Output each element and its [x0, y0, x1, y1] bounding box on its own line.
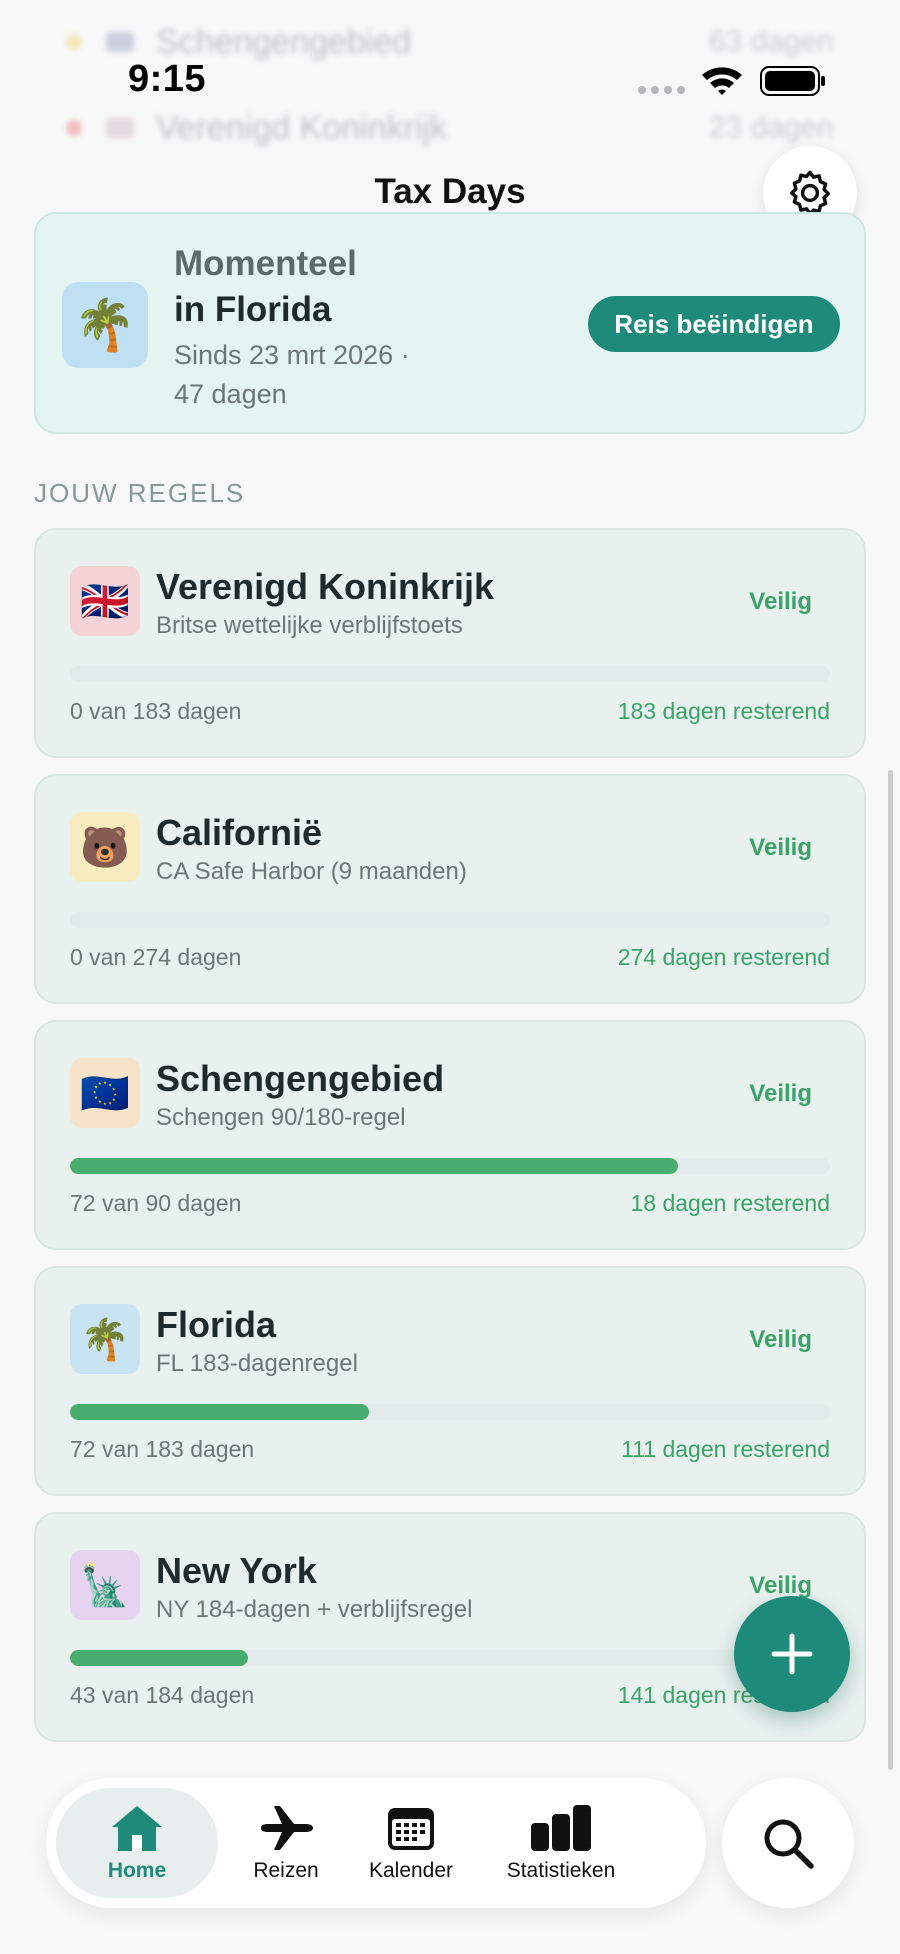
rule-count: 43 van 184 dagen	[70, 1682, 255, 1708]
rule-card-schengen[interactable]: 🇪🇺 Schengengebied Schengen 90/180-regel …	[34, 1020, 866, 1250]
status-dot	[66, 120, 82, 136]
progress-track	[70, 912, 830, 928]
rule-name: Californië	[156, 812, 323, 853]
rule-card-uk[interactable]: 🇬🇧 Verenigd Koninkrijk Britse wettelijke…	[34, 528, 866, 758]
rule-subtitle: NY 184-dagen + verblijfsregel	[156, 1596, 473, 1623]
tab-label: Kalender	[368, 1859, 454, 1882]
rule-card-florida[interactable]: 🌴 Florida FL 183-dagenregel Veilig 72 va…	[34, 1266, 866, 1496]
rule-remaining: 111 dagen resterend	[621, 1436, 830, 1462]
current-since: Sinds 23 mrt 2026 · 47 dagen	[174, 336, 474, 414]
tab-trips[interactable]: Reizen	[226, 1788, 346, 1898]
rule-name: Florida	[156, 1304, 277, 1345]
background-row-value: 23 dagen	[708, 111, 834, 144]
background-row-name: Verenigd Koninkrijk	[156, 108, 448, 147]
battery-icon	[760, 66, 825, 96]
airplane-icon	[261, 1806, 313, 1850]
status-badge: Veilig	[749, 1326, 812, 1353]
rule-subtitle: Schengen 90/180-regel	[156, 1104, 406, 1131]
progress-fill	[70, 1650, 248, 1666]
current-since-date: Sinds 23 mrt 2026 ·	[174, 340, 410, 370]
plus-icon	[771, 1633, 813, 1675]
rule-subtitle: Britse wettelijke verblijfstoets	[156, 612, 463, 639]
tab-label: Statistieken	[506, 1859, 616, 1882]
progress-track	[70, 1650, 830, 1666]
end-trip-button[interactable]: Reis beëindigen	[588, 296, 840, 352]
rule-card-california[interactable]: 🐻 Californië CA Safe Harbor (9 maanden) …	[34, 774, 866, 1004]
rule-subtitle: CA Safe Harbor (9 maanden)	[156, 858, 467, 885]
section-title: JOUW REGELS	[34, 478, 246, 508]
rule-count: 0 van 274 dagen	[70, 944, 242, 970]
background-row: Verenigd Koninkrijk 23 dagen	[66, 108, 834, 148]
rule-count: 72 van 183 dagen	[70, 1436, 255, 1462]
status-badge: Veilig	[749, 834, 812, 861]
tab-calendar[interactable]: Kalender	[346, 1788, 476, 1898]
eu-flag-icon: 🇪🇺	[70, 1058, 140, 1128]
rule-subtitle: FL 183-dagenregel	[156, 1350, 358, 1377]
progress-track	[70, 1158, 830, 1174]
progress-fill	[70, 1158, 678, 1174]
bear-icon: 🐻	[70, 812, 140, 882]
progress-track	[70, 1404, 830, 1420]
tab-label: Home	[107, 1859, 167, 1882]
status-badge: Veilig	[749, 1080, 812, 1107]
uk-flag-icon: 🇬🇧	[70, 566, 140, 636]
palm-tree-icon: 🌴	[70, 1304, 140, 1374]
current-label: Momenteel	[174, 244, 357, 283]
scrollbar[interactable]	[888, 770, 893, 1770]
flag-icon	[106, 118, 134, 138]
statue-of-liberty-icon: 🗽	[70, 1550, 140, 1620]
rule-remaining: 274 dagen resterend	[617, 944, 830, 970]
current-trip-card: 🌴 Momenteel in Florida Sinds 23 mrt 2026…	[34, 212, 866, 434]
rule-remaining: 18 dagen resterend	[630, 1190, 831, 1216]
tab-bar: Home Reizen Kalender Statistieken	[46, 1778, 706, 1908]
status-badge: Veilig	[749, 1572, 812, 1599]
palm-tree-icon: 🌴	[62, 282, 148, 368]
bar-chart-icon	[531, 1805, 591, 1851]
tab-statistics[interactable]: Statistieken	[476, 1788, 646, 1898]
status-bar: 9:15	[0, 0, 900, 110]
search-icon	[764, 1819, 814, 1869]
progress-fill	[70, 1404, 369, 1420]
current-days: 47 dagen	[174, 379, 287, 409]
house-icon	[112, 1806, 162, 1851]
add-button[interactable]	[734, 1596, 850, 1712]
progress-track	[70, 666, 830, 682]
app-screen: Schengengebied 63 dagen Verenigd Koninkr…	[0, 0, 900, 1954]
signal-icon	[638, 86, 685, 94]
status-time: 9:15	[128, 58, 207, 100]
rule-remaining: 183 dagen resterend	[617, 698, 830, 724]
rule-name: Schengengebied	[156, 1058, 445, 1099]
status-badge: Veilig	[749, 588, 812, 615]
rule-name: Verenigd Koninkrijk	[156, 566, 495, 607]
tab-home[interactable]: Home	[56, 1788, 218, 1898]
calendar-icon	[388, 1808, 434, 1850]
search-button[interactable]	[722, 1778, 854, 1908]
rule-name: New York	[156, 1550, 317, 1591]
wifi-icon	[702, 67, 742, 95]
rule-count: 0 van 183 dagen	[70, 698, 242, 724]
rule-count: 72 van 90 dagen	[70, 1190, 242, 1216]
tab-label: Reizen	[253, 1859, 319, 1882]
current-place: in Florida	[174, 290, 332, 329]
